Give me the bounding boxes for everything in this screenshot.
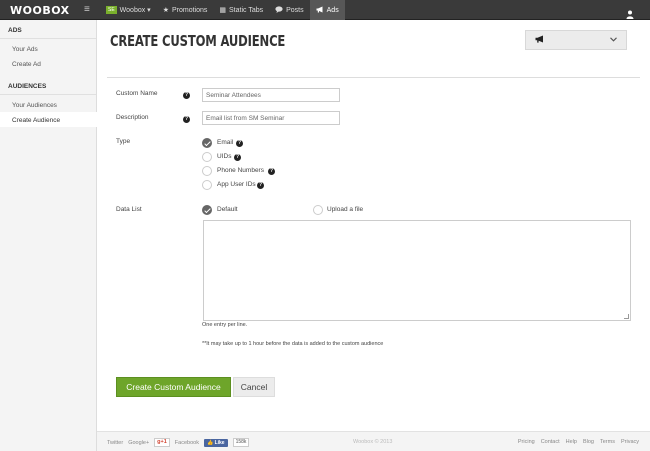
custom-name-input[interactable] [202, 88, 340, 102]
footer-copyright: Woobox © 2013 [353, 439, 393, 445]
sidebar-item-your-ads[interactable]: Your Ads [0, 41, 96, 56]
resize-handle-icon[interactable] [624, 314, 629, 319]
type-phone-help-icon[interactable]: ? [268, 168, 275, 175]
nav-static-tabs[interactable]: ▦ Static Tabs [213, 0, 269, 20]
sidebar-item-your-audiences[interactable]: Your Audiences [0, 97, 96, 112]
brand-switcher[interactable]: SE Woobox ▾ [100, 0, 157, 20]
footer-link-blog[interactable]: Blog [583, 439, 594, 445]
description-help-icon[interactable]: ? [183, 116, 190, 123]
footer-link-contact[interactable]: Contact [541, 439, 560, 445]
type-phone-label: Phone Numbers [217, 167, 264, 174]
woobox-logo[interactable]: WOOBOX [10, 4, 70, 17]
data-upload-radio[interactable] [313, 205, 323, 215]
footer: Twitter Google+ g+1 Facebook 👍 Like 158k… [97, 431, 650, 451]
hamburger-menu-icon[interactable]: ≡ [84, 3, 90, 17]
main-nav: SE Woobox ▾ ★ Promotions ▦ Static Tabs P… [100, 0, 345, 20]
page-title: Create Custom Audience [110, 32, 286, 50]
header-divider [107, 77, 640, 78]
processing-note: **It may take up to 1 hour before the da… [202, 341, 384, 347]
sidebar-item-create-ad[interactable]: Create Ad [0, 56, 96, 71]
main-content: Create Custom Audience Custom Name ? Des… [97, 20, 650, 430]
grid-icon: ▦ [219, 7, 226, 14]
type-email-label: Email [217, 139, 234, 146]
footer-link-twitter[interactable]: Twitter [107, 440, 123, 446]
brand-switcher-label: Woobox ▾ [119, 7, 151, 14]
type-uids-radio[interactable] [202, 152, 212, 162]
facebook-like-count: 158k [232, 438, 250, 447]
nav-static-tabs-label: Static Tabs [229, 6, 264, 14]
data-list-hint: One entry per line. [202, 322, 248, 328]
footer-link-facebook[interactable]: Facebook [175, 440, 199, 446]
google-plus-one-button[interactable]: g+1 [154, 438, 170, 447]
type-uids-help-icon[interactable]: ? [234, 154, 241, 161]
top-navigation-bar: WOOBOX ≡ SE Woobox ▾ ★ Promotions ▦ Stat… [0, 0, 650, 20]
data-list-textarea[interactable] [203, 220, 631, 321]
footer-link-privacy[interactable]: Privacy [621, 439, 639, 445]
footer-link-google-plus[interactable]: Google+ [128, 440, 149, 446]
data-upload-label: Upload a file [327, 206, 364, 213]
type-email-help-icon[interactable]: ? [236, 140, 243, 147]
user-account-icon[interactable] [626, 6, 634, 19]
create-custom-audience-button[interactable]: Create Custom Audience [116, 377, 231, 397]
sidebar-heading-audiences: AUDIENCES [0, 76, 96, 95]
description-label: Description [116, 114, 149, 121]
megaphone-icon [316, 6, 324, 15]
type-app-user-ids-label: App User IDs [217, 181, 256, 188]
footer-social-links: Twitter Google+ g+1 Facebook 👍 Like 158k [107, 438, 250, 447]
type-label: Type [116, 138, 131, 145]
sidebar-heading-ads: ADS [0, 20, 96, 39]
ad-account-select[interactable] [525, 30, 627, 50]
brand-avatar: SE [106, 6, 117, 14]
sidebar-item-create-audience[interactable]: Create Audience [0, 112, 97, 127]
description-input[interactable] [202, 111, 340, 125]
nav-posts-label: Posts [286, 6, 304, 14]
data-default-label: Default [217, 206, 238, 213]
custom-name-label: Custom Name [116, 90, 158, 97]
footer-nav-links: Pricing Contact Help Blog Terms Privacy [518, 439, 639, 445]
nav-posts[interactable]: Posts [269, 0, 310, 20]
type-app-user-ids-radio[interactable] [202, 180, 212, 190]
facebook-like-button[interactable]: 👍 Like [203, 438, 228, 447]
footer-link-help[interactable]: Help [566, 439, 577, 445]
nav-promotions[interactable]: ★ Promotions [157, 0, 214, 20]
custom-name-help-icon[interactable]: ? [183, 92, 190, 99]
footer-link-terms[interactable]: Terms [600, 439, 615, 445]
chevron-down-icon [610, 36, 617, 44]
cancel-button[interactable]: Cancel [233, 377, 275, 397]
megaphone-icon [535, 35, 545, 45]
data-list-label: Data List [116, 206, 142, 213]
type-phone-radio[interactable] [202, 166, 212, 176]
type-app-user-ids-help-icon[interactable]: ? [257, 182, 264, 189]
nav-ads[interactable]: Ads [309, 0, 345, 20]
sidebar: ADS Your Ads Create Ad AUDIENCES Your Au… [0, 20, 97, 451]
footer-link-pricing[interactable]: Pricing [518, 439, 535, 445]
facebook-thumb-icon: 👍 [206, 439, 214, 446]
nav-promotions-label: Promotions [171, 6, 208, 14]
type-email-radio[interactable] [202, 138, 212, 148]
chat-icon [275, 5, 283, 15]
nav-ads-label: Ads [326, 6, 339, 14]
type-uids-label: UIDs [217, 153, 232, 160]
data-default-radio[interactable] [202, 205, 212, 215]
facebook-like-label: Like [214, 439, 225, 446]
star-icon: ★ [162, 7, 169, 14]
